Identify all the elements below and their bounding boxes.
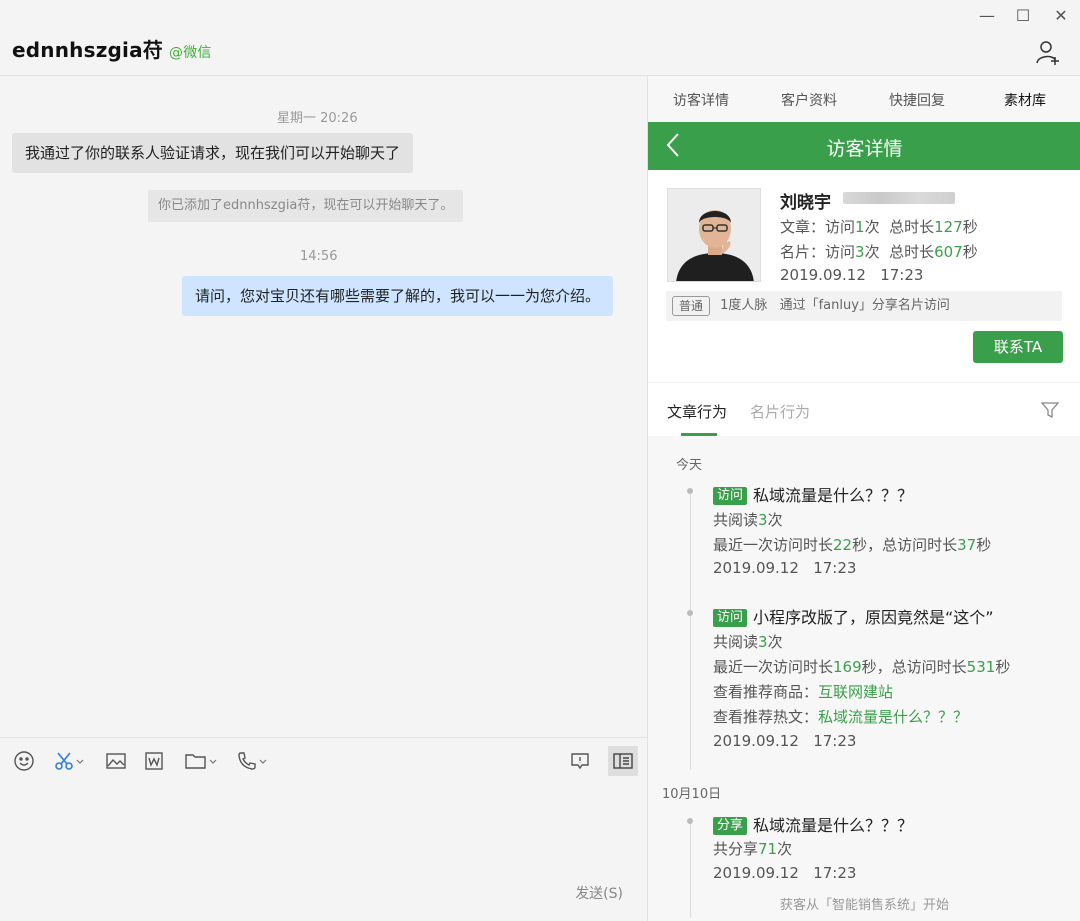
chevron-down-icon	[259, 759, 267, 764]
activity-timeline[interactable]: 今天 访问 私域流量是什么？？？ 共阅读3次 最近一次访问时长22秒，总访问时长3…	[648, 436, 1080, 921]
image-button[interactable]	[105, 750, 127, 772]
visit-time: 2019.09.12 17:23	[780, 266, 924, 284]
image-icon	[106, 753, 126, 769]
visitor-name: 刘晓宇	[780, 193, 831, 213]
tab-customer-info[interactable]: 客户资料	[781, 90, 837, 110]
wechat-tag: @微信	[169, 45, 212, 61]
file-button[interactable]	[184, 750, 218, 772]
message-input[interactable]: 发送(S)	[0, 783, 647, 921]
panel-title: 访客详情	[826, 138, 903, 160]
timeline-dot	[687, 610, 693, 616]
minimize-button[interactable]: —	[972, 2, 1002, 28]
visit-source: 普通 1度人脉 通过「fanluy」分享名片访问	[666, 291, 1062, 321]
close-button[interactable]: ✕	[1046, 2, 1076, 28]
filter-icon	[1040, 402, 1060, 419]
level-tag: 普通	[672, 295, 711, 316]
chevron-down-icon	[76, 759, 84, 764]
behavior-tabs: 文章行为 名片行为	[648, 382, 1080, 436]
minimize-icon: —	[979, 5, 995, 25]
event-title[interactable]: 分享 私域流量是什么？？？	[713, 812, 913, 836]
title-bar: ednnhszgia苻 @微信 — ☐ ✕	[0, 0, 1080, 76]
emoji-icon	[14, 751, 34, 771]
day-label: 10月10日	[662, 787, 722, 802]
degree-label: 1度人脉	[720, 298, 768, 313]
maximize-icon: ☐	[1015, 5, 1031, 25]
call-button[interactable]	[236, 750, 268, 772]
article-link[interactable]: 私域流量是什么？？？	[818, 708, 968, 726]
visit-duration: 最近一次访问时长22秒，总访问时长37秒	[713, 536, 992, 554]
card-stat: 名片：访问3次 总时长607秒	[780, 243, 978, 261]
chat-title: ednnhszgia苻 @微信	[12, 34, 212, 63]
product-link[interactable]: 互联网建站	[818, 683, 893, 701]
maximize-button[interactable]: ☐	[1008, 2, 1038, 28]
folder-icon	[185, 754, 206, 769]
close-icon: ✕	[1054, 5, 1068, 25]
sidebar-toggle-icon	[613, 753, 633, 769]
read-count: 共阅读3次	[713, 633, 783, 651]
article-stat: 文章：访问1次 总时长127秒	[780, 218, 978, 236]
tab-visitor-detail[interactable]: 访客详情	[673, 90, 729, 110]
scissors-icon	[55, 752, 73, 770]
system-message: 你已添加了ednnhszgia苻，现在可以开始聊天了。	[148, 190, 464, 222]
timestamp: 14:56	[300, 249, 338, 264]
visit-tag: 访问	[713, 609, 748, 627]
outgoing-message-bubble[interactable]: 请问，您对宝贝还有哪些需要了解的，我可以一一为您介绍。	[182, 276, 614, 316]
person-photo-icon	[668, 189, 760, 281]
incoming-message-bubble[interactable]: 我通过了你的联系人验证请求，现在我们可以开始聊天了	[12, 133, 414, 173]
add-person-icon	[1036, 41, 1059, 65]
send-button[interactable]: 发送(S)	[575, 883, 623, 903]
screenshot-button[interactable]	[53, 750, 85, 772]
read-count: 共阅读3次	[713, 511, 783, 529]
recommended-product: 查看推荐商品：互联网建站	[713, 683, 894, 701]
visit-tag: 访问	[713, 487, 748, 505]
visitor-panel: 访客详情 客户资料 快捷回复 素材库 访客详情 刘晓宇 文章：访问1次 总时长1…	[647, 76, 1080, 921]
panel-header: 访客详情	[648, 122, 1080, 170]
word-doc-icon	[145, 752, 163, 770]
word-doc-button[interactable]	[143, 750, 165, 772]
event-title[interactable]: 访问 小程序改版了，原因竟然是“这个”	[713, 604, 994, 628]
timeline-dot	[687, 818, 693, 824]
share-count: 共分享71次	[713, 840, 793, 858]
tab-card-behavior[interactable]: 名片行为	[750, 401, 810, 422]
timestamp: 星期一 20:26	[277, 111, 358, 126]
add-contact-button[interactable]	[1034, 38, 1062, 66]
tab-materials[interactable]: 素材库	[1004, 90, 1046, 110]
event-time: 2019.09.12 17:23	[713, 559, 857, 577]
phone-icon	[238, 752, 256, 770]
day-label: 今天	[676, 458, 703, 473]
visit-duration: 最近一次访问时长169秒，总访问时长531秒	[713, 658, 1011, 676]
chat-message-area[interactable]: 星期一 20:26 我通过了你的联系人验证请求，现在我们可以开始聊天了 你已添加…	[0, 76, 647, 737]
event-time: 2019.09.12 17:23	[713, 864, 857, 882]
share-tag: 分享	[713, 817, 748, 835]
source-label: 通过「fanluy」分享名片访问	[779, 298, 950, 313]
avatar	[667, 188, 761, 282]
tab-article-behavior[interactable]: 文章行为	[667, 401, 727, 422]
visitor-card: 刘晓宇 文章：访问1次 总时长127秒 名片：访问3次 总时长607秒 2019…	[648, 170, 1080, 382]
wechat-window: ednnhszgia苻 @微信 — ☐ ✕ 星期一 20:26 我通过了你的联系人…	[0, 0, 1080, 921]
redacted-info	[843, 192, 955, 204]
timeline-line	[690, 488, 691, 770]
filter-button[interactable]	[1040, 401, 1060, 423]
screen-comment-button[interactable]	[569, 750, 591, 772]
contact-name: ednnhszgia苻	[12, 38, 164, 62]
sidebar-toggle-button[interactable]	[608, 746, 638, 776]
event-title[interactable]: 访问 私域流量是什么？？？	[713, 482, 913, 506]
tab-quick-reply[interactable]: 快捷回复	[889, 90, 945, 110]
event-time: 2019.09.12 17:23	[713, 732, 857, 750]
panel-tabs: 访客详情 客户资料 快捷回复 素材库	[648, 76, 1080, 122]
emoji-button[interactable]	[13, 750, 35, 772]
input-toolbar	[0, 737, 647, 783]
contact-button[interactable]: 联系TA	[973, 331, 1063, 363]
recommended-article: 查看推荐热文：私域流量是什么？？？	[713, 708, 969, 726]
timeline-dot	[687, 488, 693, 494]
screen-comment-icon	[571, 753, 589, 770]
chevron-down-icon	[209, 759, 217, 764]
footer-slogan: 获客从「智能销售系统」开始	[779, 898, 949, 913]
